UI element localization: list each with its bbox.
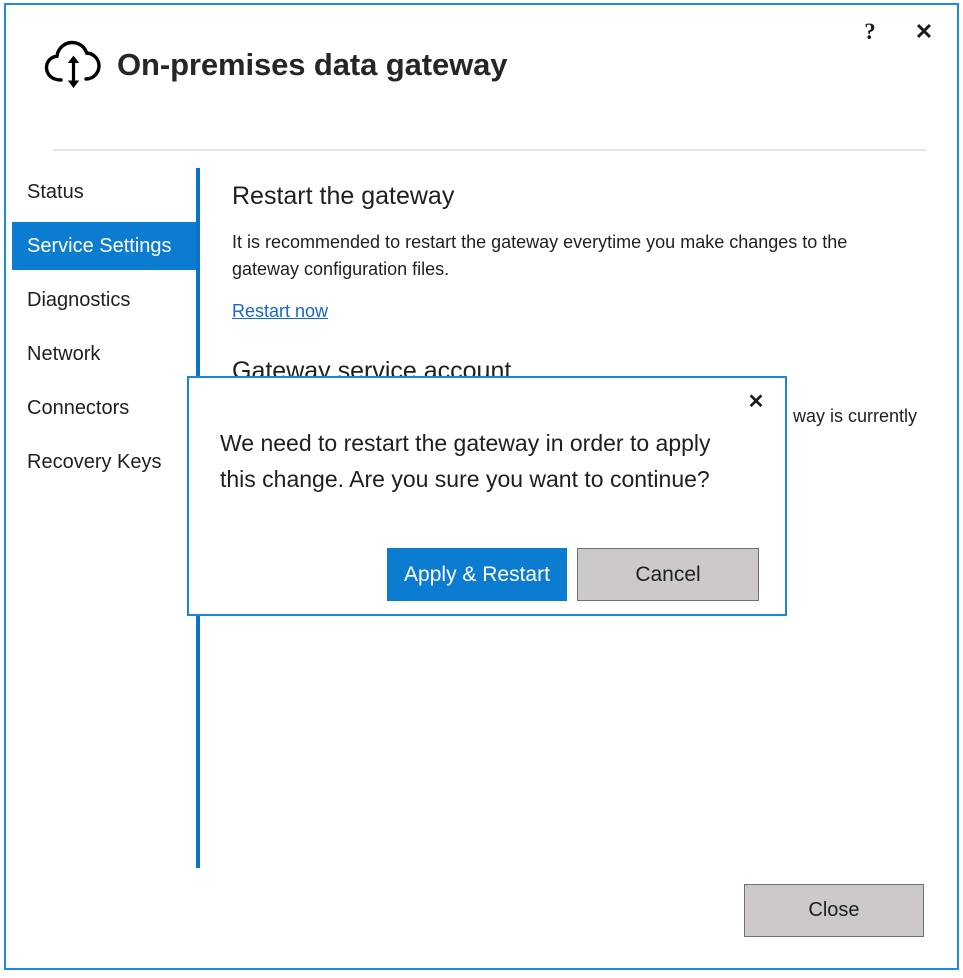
main-content: Restart the gateway It is recommended to… bbox=[232, 181, 932, 322]
sidebar-item-label: Service Settings bbox=[27, 235, 172, 258]
sidebar-item-diagnostics[interactable]: Diagnostics bbox=[12, 276, 198, 324]
sidebar-item-label: Network bbox=[27, 343, 100, 366]
sidebar-item-label: Status bbox=[27, 181, 84, 204]
help-icon[interactable]: ? bbox=[853, 15, 887, 49]
dialog-actions: Apply & Restart Cancel bbox=[189, 548, 785, 602]
restart-confirmation-dialog: ✕ We need to restart the gateway in orde… bbox=[187, 376, 787, 616]
sidebar: Status Service Settings Diagnostics Netw… bbox=[12, 168, 198, 486]
brand: On-premises data gateway bbox=[43, 38, 507, 92]
title-bar: ? ✕ On-premises data gateway bbox=[6, 5, 957, 125]
window-controls: ? ✕ bbox=[853, 15, 941, 49]
sidebar-item-status[interactable]: Status bbox=[12, 168, 198, 216]
sidebar-item-connectors[interactable]: Connectors bbox=[12, 384, 198, 432]
sidebar-item-label: Connectors bbox=[27, 397, 129, 420]
header-divider bbox=[53, 149, 926, 151]
cancel-button[interactable]: Cancel bbox=[577, 548, 759, 601]
gateway-status-text: way is currently bbox=[793, 406, 917, 427]
window-frame: ? ✕ On-premises data gateway Status bbox=[4, 3, 959, 970]
sidebar-item-recovery-keys[interactable]: Recovery Keys bbox=[12, 438, 198, 486]
close-button[interactable]: Close bbox=[744, 884, 924, 937]
on-premises-data-gateway-window: ? ✕ On-premises data gateway Status bbox=[0, 0, 963, 978]
restart-section-heading: Restart the gateway bbox=[232, 181, 932, 211]
sidebar-item-service-settings[interactable]: Service Settings bbox=[12, 222, 198, 270]
sidebar-item-network[interactable]: Network bbox=[12, 330, 198, 378]
sidebar-item-label: Diagnostics bbox=[27, 289, 130, 312]
page-title: On-premises data gateway bbox=[117, 47, 507, 83]
close-icon[interactable]: ✕ bbox=[907, 15, 941, 49]
dialog-close-icon[interactable]: ✕ bbox=[741, 386, 771, 416]
restart-section-body: It is recommended to restart the gateway… bbox=[232, 229, 914, 283]
sidebar-item-label: Recovery Keys bbox=[27, 451, 162, 474]
apply-and-restart-button[interactable]: Apply & Restart bbox=[387, 548, 567, 601]
dialog-message: We need to restart the gateway in order … bbox=[220, 426, 752, 497]
cloud-upload-download-icon bbox=[43, 38, 105, 92]
restart-now-link[interactable]: Restart now bbox=[232, 301, 328, 322]
